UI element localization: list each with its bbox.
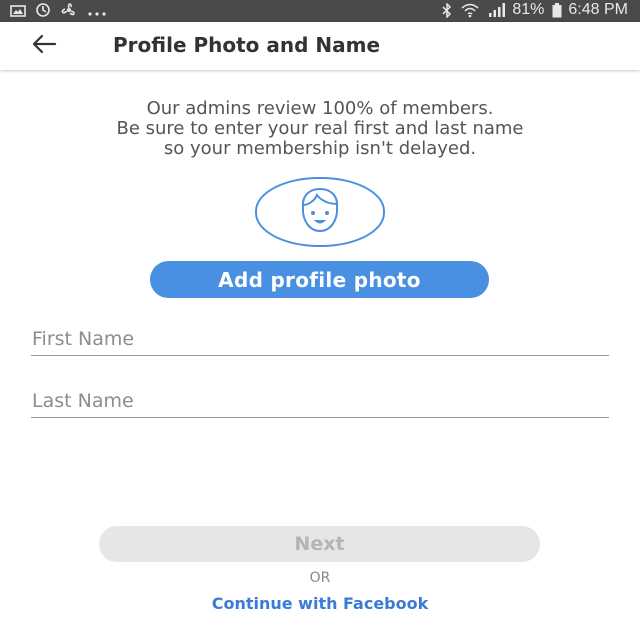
intro-line-1: Our admins review 100% of members. bbox=[146, 98, 494, 119]
avatar-placeholder[interactable] bbox=[255, 177, 385, 247]
face-icon bbox=[301, 187, 339, 233]
status-time: 6:48 PM bbox=[568, 1, 628, 18]
continue-with-facebook-link[interactable]: Continue with Facebook bbox=[0, 594, 640, 613]
battery-icon bbox=[552, 2, 562, 18]
wifi-icon bbox=[460, 3, 480, 18]
signal-icon bbox=[488, 3, 506, 17]
bluetooth-icon bbox=[442, 2, 452, 18]
fan-icon bbox=[60, 2, 78, 22]
intro-line-2: Be sure to enter your real first and las… bbox=[116, 118, 524, 139]
next-button[interactable]: Next bbox=[99, 526, 540, 562]
status-left-icons bbox=[10, 2, 116, 22]
back-button[interactable] bbox=[28, 32, 60, 60]
arrow-left-icon bbox=[31, 34, 57, 58]
status-right-icons: 81% 6:48 PM bbox=[434, 1, 628, 19]
app-bar: Profile Photo and Name bbox=[0, 22, 640, 70]
image-icon bbox=[10, 4, 26, 21]
add-profile-photo-button[interactable]: Add profile photo bbox=[150, 261, 489, 298]
first-name-field[interactable] bbox=[31, 322, 609, 356]
intro-message: Our admins review 100% of members. Be su… bbox=[0, 99, 640, 159]
or-divider: OR bbox=[309, 570, 331, 586]
more-dots-icon bbox=[87, 4, 107, 21]
sync-icon bbox=[35, 2, 51, 22]
status-bar: 81% 6:48 PM bbox=[0, 0, 640, 22]
last-name-field[interactable] bbox=[31, 384, 609, 418]
page-title: Profile Photo and Name bbox=[113, 33, 381, 57]
battery-percent: 81% bbox=[512, 1, 545, 18]
intro-line-3: so your membership isn't delayed. bbox=[163, 138, 477, 159]
